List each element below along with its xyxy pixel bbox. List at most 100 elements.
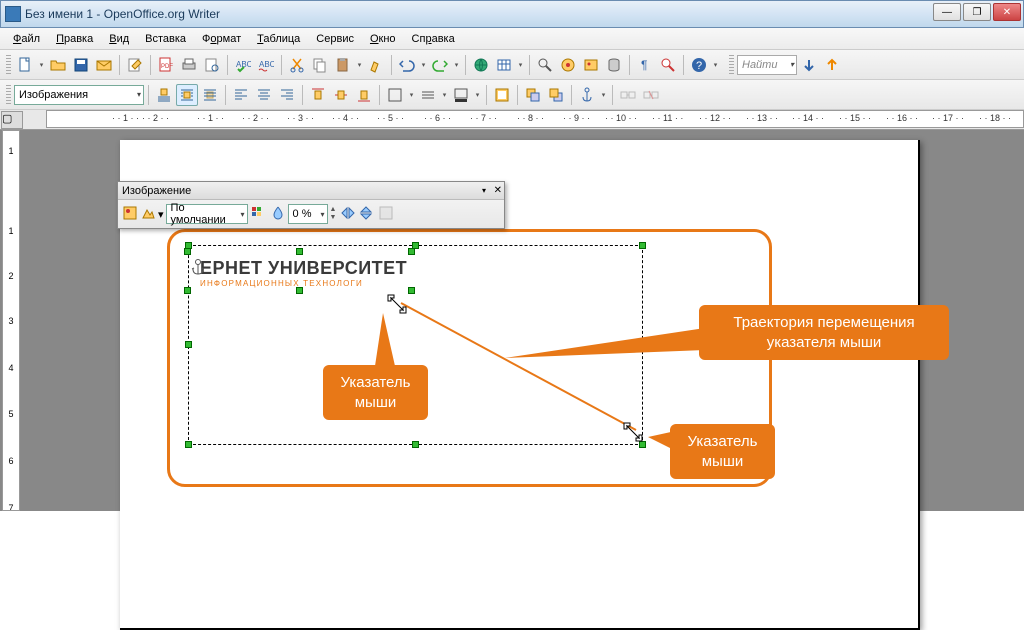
img-handle[interactable] <box>184 287 191 294</box>
horizontal-ruler[interactable]: · · 1 · ·· · 2 · ·· · 1 · ·· · 2 · ·· · … <box>46 110 1024 128</box>
formatting-toolbar: Изображения ▾ ▾ ▾ ▾ <box>0 80 1024 110</box>
find-prev-button[interactable] <box>821 54 843 76</box>
menu-вид[interactable]: Вид <box>102 31 136 47</box>
resize-handle-sw[interactable] <box>185 441 192 448</box>
img-handle[interactable] <box>408 248 415 255</box>
align-bottom-button[interactable] <box>353 84 375 106</box>
spinner-down[interactable]: ▼ <box>330 214 337 222</box>
zoom-button[interactable] <box>657 54 679 76</box>
bring-front-button[interactable] <box>522 84 544 106</box>
dropdown-icon[interactable]: ▾ <box>711 61 720 69</box>
dropdown-icon[interactable]: ▾ <box>599 91 608 99</box>
image-toolbar-title[interactable]: Изображение ▾ ✕ <box>118 182 504 200</box>
close-icon[interactable]: ✕ <box>494 185 502 196</box>
save-button[interactable] <box>70 54 92 76</box>
undo-button[interactable] <box>396 54 418 76</box>
new-doc-button[interactable] <box>14 54 36 76</box>
flip-h-button[interactable] <box>340 205 356 224</box>
border-color-button[interactable] <box>450 84 472 106</box>
toolbar-grip[interactable] <box>6 55 11 75</box>
link-frames-button[interactable] <box>617 84 639 106</box>
find-next-button[interactable] <box>798 54 820 76</box>
borders-button[interactable] <box>384 84 406 106</box>
dropdown-icon[interactable]: ▾ <box>452 61 461 69</box>
datasources-button[interactable] <box>603 54 625 76</box>
menu-окно[interactable]: Окно <box>363 31 403 47</box>
email-button[interactable] <box>93 54 115 76</box>
edit-button[interactable] <box>124 54 146 76</box>
flip-v-button[interactable] <box>358 205 374 224</box>
send-back-button[interactable] <box>545 84 567 106</box>
redo-button[interactable] <box>429 54 451 76</box>
align-right-button[interactable] <box>276 84 298 106</box>
print-preview-button[interactable] <box>201 54 223 76</box>
dropdown-icon[interactable]: ▾ <box>473 91 482 99</box>
table-button[interactable] <box>493 54 515 76</box>
menu-правка[interactable]: Правка <box>49 31 100 47</box>
menu-таблица[interactable]: Таблица <box>250 31 307 47</box>
wrap-off-button[interactable] <box>153 84 175 106</box>
resize-handle-w[interactable] <box>185 341 192 348</box>
pin-icon[interactable]: ▾ <box>482 186 486 195</box>
wrap-on-button[interactable] <box>176 84 198 106</box>
dropdown-icon[interactable]: ▾ <box>419 61 428 69</box>
graphics-mode-select[interactable]: По умолчании <box>166 204 248 224</box>
menu-формат[interactable]: Формат <box>195 31 248 47</box>
frame-props-button[interactable] <box>378 205 394 224</box>
print-button[interactable] <box>178 54 200 76</box>
dropdown-icon[interactable]: ▾ <box>37 61 46 69</box>
format-paintbrush-button[interactable] <box>365 54 387 76</box>
resize-handle-s[interactable] <box>412 441 419 448</box>
frame-properties-button[interactable] <box>491 84 513 106</box>
style-select[interactable]: Изображения <box>14 85 144 105</box>
hyperlink-button[interactable] <box>470 54 492 76</box>
nonprinting-chars-button[interactable]: ¶ <box>634 54 656 76</box>
navigator-button[interactable] <box>557 54 579 76</box>
border-style-button[interactable] <box>417 84 439 106</box>
find-input[interactable]: Найти <box>737 55 797 75</box>
open-button[interactable] <box>47 54 69 76</box>
img-handle[interactable] <box>296 248 303 255</box>
menu-сервис[interactable]: Сервис <box>309 31 361 47</box>
cut-button[interactable] <box>286 54 308 76</box>
dropdown-icon[interactable]: ▾ <box>440 91 449 99</box>
spellcheck-button[interactable]: ABC <box>232 54 254 76</box>
menu-файл[interactable]: Файл <box>6 31 47 47</box>
resize-handle-ne[interactable] <box>639 242 646 249</box>
toolbar-grip[interactable] <box>6 85 11 105</box>
transparency-button[interactable] <box>270 205 286 224</box>
graphics-mode-button[interactable] <box>140 205 156 224</box>
dropdown-icon[interactable]: ▾ <box>355 61 364 69</box>
unlink-frames-button[interactable] <box>640 84 662 106</box>
maximize-button[interactable]: ❐ <box>963 3 991 21</box>
image-toolbar[interactable]: Изображение ▾ ✕ ▾ По умолчании 0 % ▲▼ <box>117 181 505 229</box>
vertical-ruler[interactable]: 11234567 <box>2 130 20 511</box>
spinner-up[interactable]: ▲ <box>330 206 337 214</box>
dropdown-icon[interactable]: ▾ <box>407 91 416 99</box>
wrap-through-button[interactable] <box>199 84 221 106</box>
dropdown-icon[interactable]: ▾ <box>516 61 525 69</box>
help-button[interactable]: ? <box>688 54 710 76</box>
copy-button[interactable] <box>309 54 331 76</box>
img-handle[interactable] <box>296 287 303 294</box>
align-center-button[interactable] <box>253 84 275 106</box>
auto-spellcheck-button[interactable]: ABC <box>255 54 277 76</box>
align-top-button[interactable] <box>307 84 329 106</box>
align-middle-button[interactable] <box>330 84 352 106</box>
dropdown-icon[interactable]: ▾ <box>158 208 164 221</box>
close-button[interactable]: ✕ <box>993 3 1021 21</box>
gallery-button[interactable] <box>580 54 602 76</box>
filter-button[interactable] <box>122 205 138 224</box>
paste-button[interactable] <box>332 54 354 76</box>
menu-вставка[interactable]: Вставка <box>138 31 193 47</box>
find-button[interactable] <box>534 54 556 76</box>
toolbar-grip[interactable] <box>729 55 734 75</box>
img-handle[interactable] <box>184 248 191 255</box>
export-pdf-button[interactable]: PDF <box>155 54 177 76</box>
anchor-button[interactable] <box>576 84 598 106</box>
menu-справка[interactable]: Справка <box>405 31 462 47</box>
align-left-button[interactable] <box>230 84 252 106</box>
minimize-button[interactable]: — <box>933 3 961 21</box>
transparency-value[interactable]: 0 % <box>288 204 328 224</box>
color-button[interactable] <box>250 205 266 224</box>
